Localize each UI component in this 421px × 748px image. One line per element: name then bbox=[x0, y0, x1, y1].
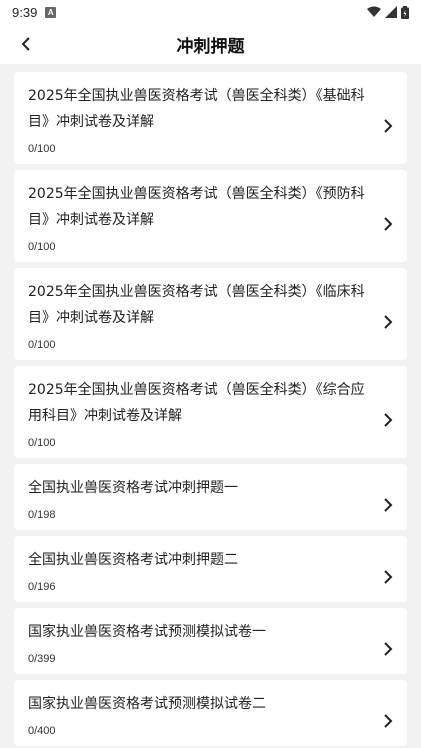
exam-card-progress: 0/100 bbox=[28, 143, 56, 155]
exam-card[interactable]: 国家执业兽医资格考试预测模拟试卷二 0/400 bbox=[14, 680, 407, 746]
chevron-right-icon bbox=[384, 498, 393, 512]
signal-icon bbox=[385, 6, 397, 18]
exam-card-title: 全国执业兽医资格考试冲刺押题二 bbox=[28, 552, 238, 568]
back-button[interactable] bbox=[12, 30, 40, 58]
exam-card-progress: 0/196 bbox=[28, 581, 56, 593]
exam-card-progress: 0/100 bbox=[28, 241, 56, 253]
exam-card[interactable]: 全国执业兽医资格考试冲刺押题二 0/196 bbox=[14, 536, 407, 602]
exam-card-title: 2025年全国执业兽医资格考试（兽医全科类）《临床科目》冲刺试卷及详解 bbox=[28, 284, 365, 326]
exam-card-progress: 0/100 bbox=[28, 339, 56, 351]
chevron-right-icon bbox=[384, 315, 393, 329]
exam-list[interactable]: 2025年全国执业兽医资格考试（兽医全科类）《基础科目》冲刺试卷及详解 0/10… bbox=[0, 64, 421, 748]
exam-card-title: 全国执业兽医资格考试冲刺押题一 bbox=[28, 480, 238, 496]
battery-icon bbox=[401, 5, 409, 19]
chevron-right-icon bbox=[384, 413, 393, 427]
exam-card[interactable]: 国家执业兽医资格考试预测模拟试卷一 0/399 bbox=[14, 608, 407, 674]
exam-card-title: 国家执业兽医资格考试预测模拟试卷一 bbox=[28, 624, 266, 640]
exam-card-progress: 0/100 bbox=[28, 437, 56, 449]
exam-card-title: 2025年全国执业兽医资格考试（兽医全科类）《基础科目》冲刺试卷及详解 bbox=[28, 88, 365, 130]
status-icons bbox=[367, 5, 409, 19]
exam-card-title: 2025年全国执业兽医资格考试（兽医全科类）《综合应用科目》冲刺试卷及详解 bbox=[28, 382, 365, 424]
exam-card[interactable]: 全国执业兽医资格考试冲刺押题一 0/198 bbox=[14, 464, 407, 530]
exam-card-title: 国家执业兽医资格考试预测模拟试卷二 bbox=[28, 696, 266, 712]
exam-card-progress: 0/198 bbox=[28, 509, 56, 521]
status-time: 9:39 bbox=[12, 4, 38, 20]
status-bar: 9:39 A bbox=[0, 0, 421, 24]
exam-card[interactable]: 2025年全国执业兽医资格考试（兽医全科类）《综合应用科目》冲刺试卷及详解 0/… bbox=[14, 366, 407, 458]
chevron-right-icon bbox=[384, 714, 393, 728]
chevron-right-icon bbox=[384, 570, 393, 584]
exam-card-progress: 0/400 bbox=[28, 725, 56, 737]
exam-card-progress: 0/399 bbox=[28, 653, 56, 665]
wifi-icon bbox=[367, 6, 381, 17]
app-header: 冲刺押题 bbox=[0, 24, 421, 64]
chevron-left-icon bbox=[21, 37, 30, 51]
a-icon: A bbox=[45, 6, 57, 18]
chevron-right-icon bbox=[384, 217, 393, 231]
chevron-right-icon bbox=[384, 642, 393, 656]
exam-card[interactable]: 2025年全国执业兽医资格考试（兽医全科类）《基础科目》冲刺试卷及详解 0/10… bbox=[14, 72, 407, 164]
exam-card[interactable]: 2025年全国执业兽医资格考试（兽医全科类）《临床科目》冲刺试卷及详解 0/10… bbox=[14, 268, 407, 360]
exam-card[interactable]: 2025年全国执业兽医资格考试（兽医全科类）《预防科目》冲刺试卷及详解 0/10… bbox=[14, 170, 407, 262]
page-title: 冲刺押题 bbox=[176, 36, 245, 57]
exam-card-title: 2025年全国执业兽医资格考试（兽医全科类）《预防科目》冲刺试卷及详解 bbox=[28, 186, 365, 228]
chevron-right-icon bbox=[384, 119, 393, 133]
